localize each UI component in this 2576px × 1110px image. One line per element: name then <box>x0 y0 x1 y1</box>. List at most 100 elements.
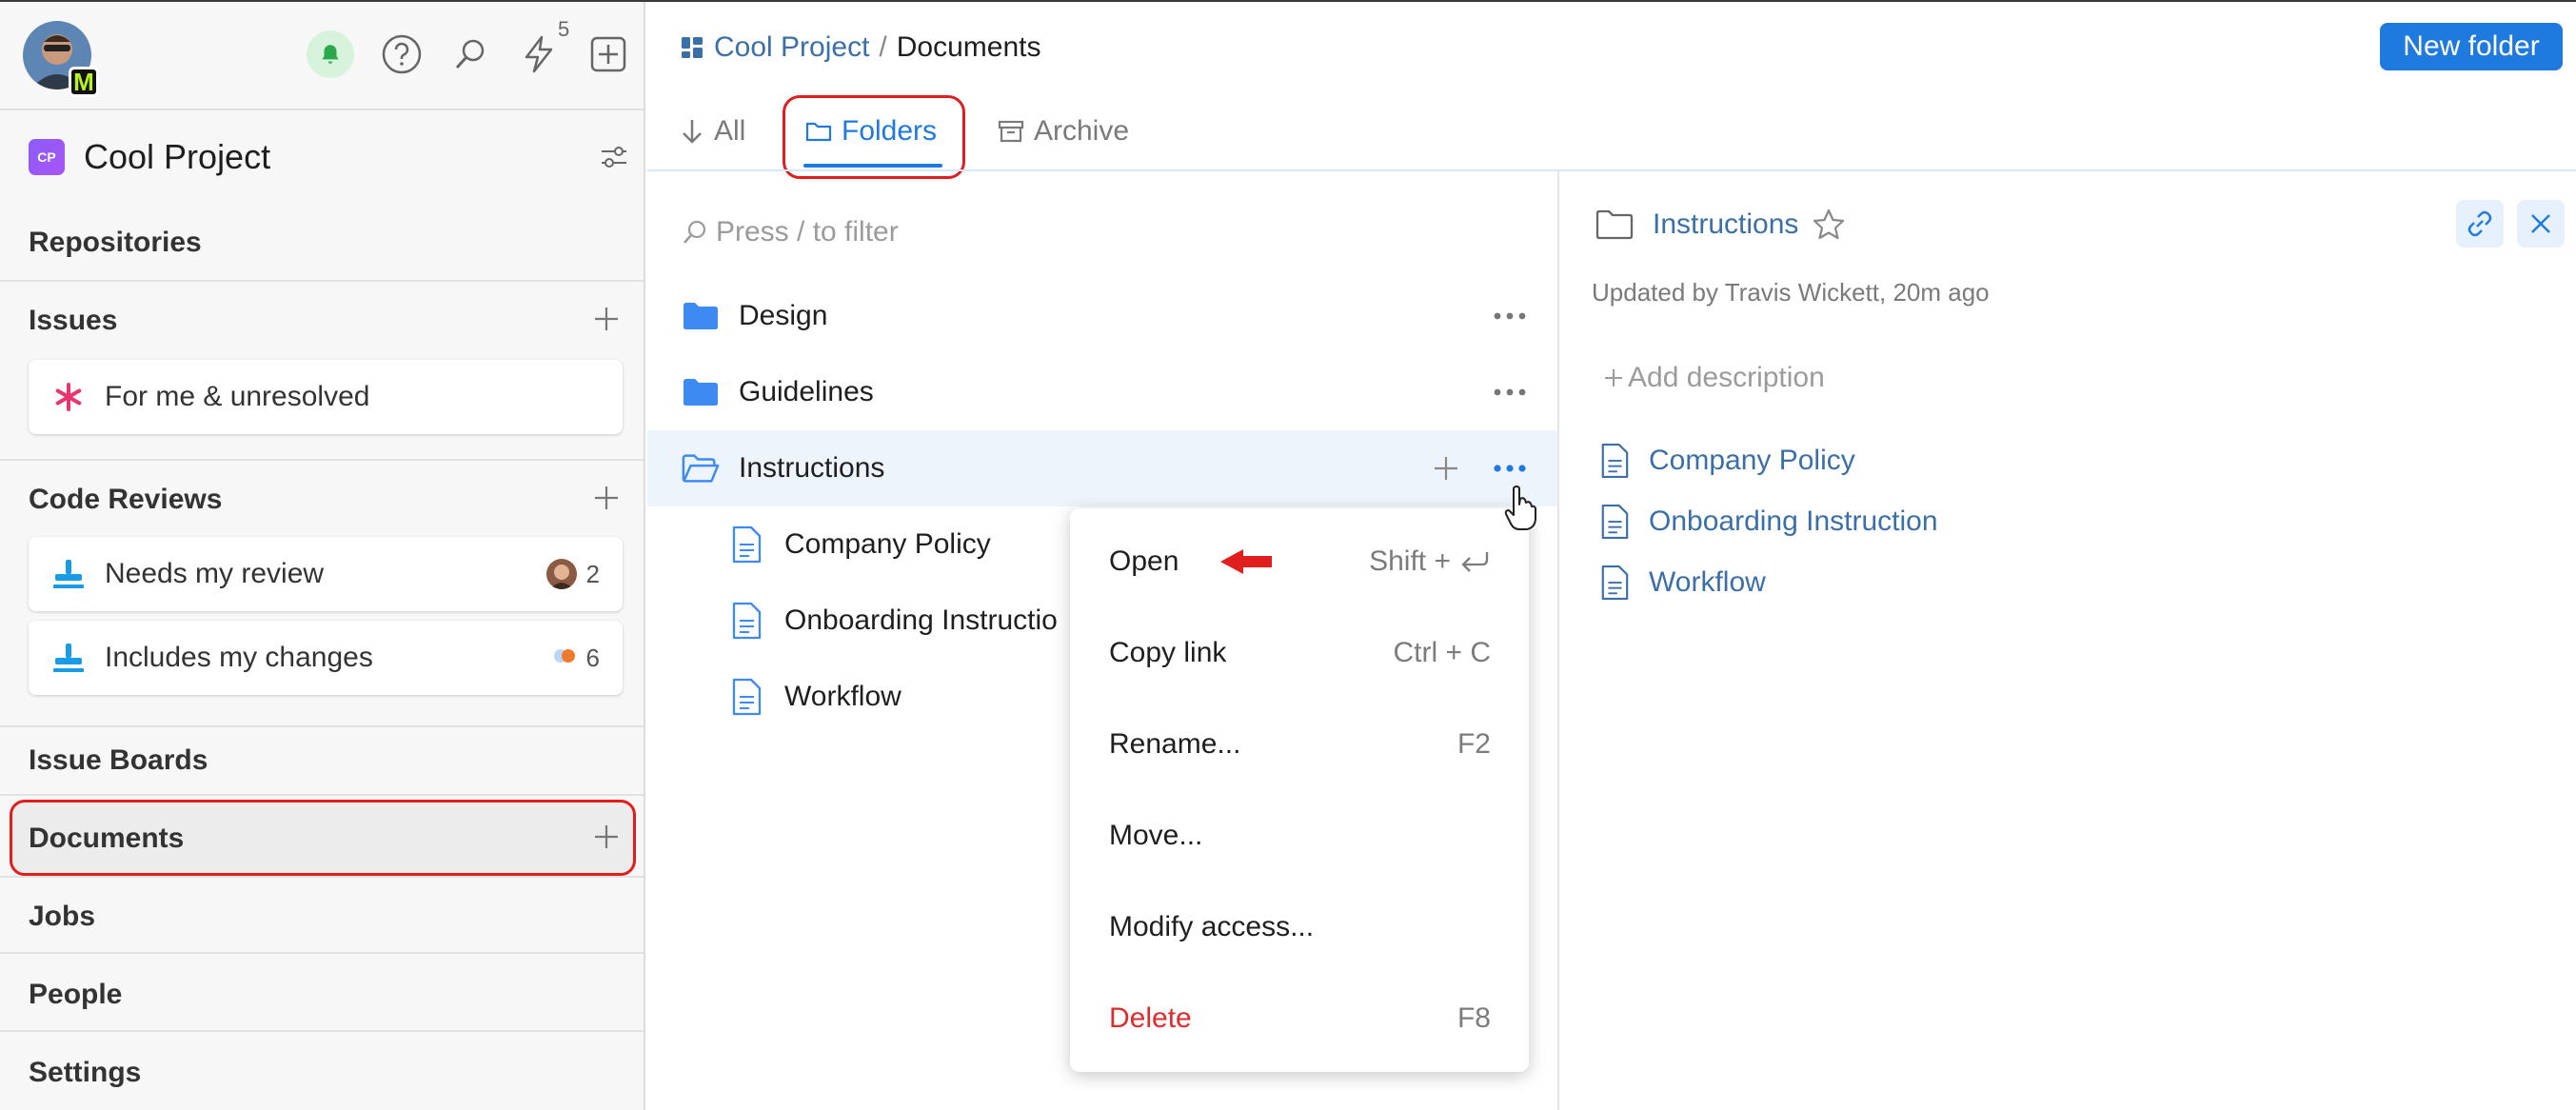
tab-archive[interactable]: Archive <box>998 110 1129 152</box>
tab-folders-highlight <box>783 95 965 179</box>
divider <box>0 280 644 282</box>
folder-icon <box>682 297 720 335</box>
nav-documents[interactable]: Documents <box>29 823 184 855</box>
review-count: 2 <box>585 559 600 588</box>
plus-icon <box>1435 457 1457 480</box>
breadcrumb-project[interactable]: Cool Project <box>714 31 869 64</box>
document-label: Company Policy <box>784 528 991 560</box>
menu-item-rename[interactable]: Rename... F2 <box>1070 716 1529 773</box>
menu-item-label: Modify access... <box>1109 911 1315 942</box>
stamp-icon <box>50 639 88 677</box>
filter-input[interactable]: Press / to filter <box>682 213 899 251</box>
details-title-label: Instructions <box>1653 208 1799 240</box>
star-icon[interactable] <box>1812 208 1846 242</box>
bell-icon <box>307 30 354 78</box>
menu-item-copy-link[interactable]: Copy link Ctrl + C <box>1070 624 1529 682</box>
plus-icon <box>1605 369 1622 387</box>
menu-item-shortcut: Shift + <box>1369 545 1491 578</box>
nav-issues[interactable]: Issues <box>29 305 117 337</box>
plus-icon <box>595 486 618 509</box>
menu-item-move[interactable]: Move... <box>1070 807 1529 864</box>
tab-all-label: All <box>714 115 746 147</box>
link-icon <box>2467 210 2492 237</box>
review-filter-label: Needs my review <box>105 558 325 589</box>
tabs-divider <box>647 169 2576 171</box>
arrow-down-icon <box>683 120 702 144</box>
divider <box>0 459 644 461</box>
activity-count: 5 <box>558 17 570 41</box>
reviewer-avatar <box>545 559 577 589</box>
document-icon <box>1601 565 1629 601</box>
user-avatar[interactable]: M <box>23 21 99 97</box>
project-settings-button[interactable] <box>600 143 628 176</box>
review-filter-item[interactable]: Needs my review 2 <box>29 537 623 611</box>
details-document-link[interactable]: Company Policy <box>1599 440 1855 482</box>
menu-item-shortcut: F2 <box>1456 728 1491 760</box>
document-icon <box>1601 443 1629 479</box>
issue-filter-label: For me & unresolved <box>105 381 370 412</box>
details-title: Instructions <box>1595 206 1846 244</box>
menu-item-modify-access[interactable]: Modify access... <box>1070 899 1529 956</box>
folder-row-selected[interactable]: Instructions <box>647 430 1557 506</box>
menu-item-shortcut: F8 <box>1456 1002 1491 1034</box>
document-label: Onboarding Instructio <box>784 605 1058 636</box>
project-header[interactable]: CP Cool Project <box>29 135 628 179</box>
menu-item-delete[interactable]: Delete F8 <box>1070 990 1529 1047</box>
folder-row[interactable]: Guidelines <box>647 354 1557 430</box>
archive-icon <box>998 120 1024 143</box>
new-folder-button[interactable]: New folder <box>2380 23 2563 70</box>
nav-people[interactable]: People <box>29 979 122 1011</box>
details-document-link[interactable]: Onboarding Instruction <box>1599 501 1938 543</box>
nav-repositories[interactable]: Repositories <box>29 227 202 259</box>
menu-item-label: Copy link <box>1109 637 1227 668</box>
add-document-button[interactable] <box>590 821 623 853</box>
nav-settings[interactable]: Settings <box>29 1057 141 1089</box>
document-label: Workflow <box>784 681 902 712</box>
plus-square-icon <box>590 36 626 72</box>
folder-label: Design <box>739 300 828 331</box>
more-icon[interactable] <box>1491 383 1529 402</box>
folder-label: Instructions <box>739 452 885 484</box>
document-icon <box>727 602 765 640</box>
folder-open-icon <box>682 449 720 487</box>
menu-item-label: Rename... <box>1109 728 1241 760</box>
menu-item-open[interactable]: Open Shift + <box>1070 533 1529 590</box>
help-button[interactable] <box>378 30 426 78</box>
issue-filter-item[interactable]: For me & unresolved <box>29 360 623 434</box>
add-description-button[interactable]: Add description <box>1603 362 1825 394</box>
add-description-label: Add description <box>1628 362 1825 393</box>
add-to-folder-button[interactable] <box>1430 452 1462 485</box>
divider <box>0 725 644 727</box>
review-filter-item[interactable]: Includes my changes 6 <box>29 621 623 695</box>
add-review-button[interactable] <box>590 482 623 514</box>
menu-item-label: Move... <box>1109 820 1203 851</box>
plus-icon <box>595 307 618 330</box>
review-count: 6 <box>585 643 600 672</box>
search-button[interactable] <box>446 30 494 78</box>
context-menu: Open Shift + Copy link Ctrl + C Rename..… <box>1070 508 1529 1072</box>
details-document-label: Workflow <box>1649 566 1766 598</box>
project-logo: CP <box>29 139 65 175</box>
divider <box>0 109 644 110</box>
tab-all[interactable]: All <box>680 110 745 152</box>
activity-button[interactable] <box>515 30 563 78</box>
tab-archive-label: Archive <box>1034 115 1130 147</box>
folder-icon <box>682 373 720 411</box>
help-icon <box>382 34 422 74</box>
more-icon[interactable] <box>1491 307 1529 326</box>
nav-jobs[interactable]: Jobs <box>29 901 95 933</box>
notifications-button[interactable] <box>307 30 354 78</box>
nav-code-reviews[interactable]: Code Reviews <box>29 484 222 516</box>
more-icon[interactable] <box>1491 459 1529 478</box>
folder-label: Guidelines <box>739 376 874 407</box>
nav-issue-boards[interactable]: Issue Boards <box>29 744 208 777</box>
folder-row[interactable]: Design <box>647 278 1557 354</box>
copy-link-button[interactable] <box>2456 200 2504 248</box>
divider <box>0 952 644 954</box>
add-issue-button[interactable] <box>590 303 623 335</box>
document-icon <box>727 678 765 716</box>
details-document-link[interactable]: Workflow <box>1599 562 1766 604</box>
close-panel-button[interactable] <box>2517 200 2565 248</box>
create-button[interactable] <box>585 30 632 78</box>
project-name: Cool Project <box>84 137 271 176</box>
